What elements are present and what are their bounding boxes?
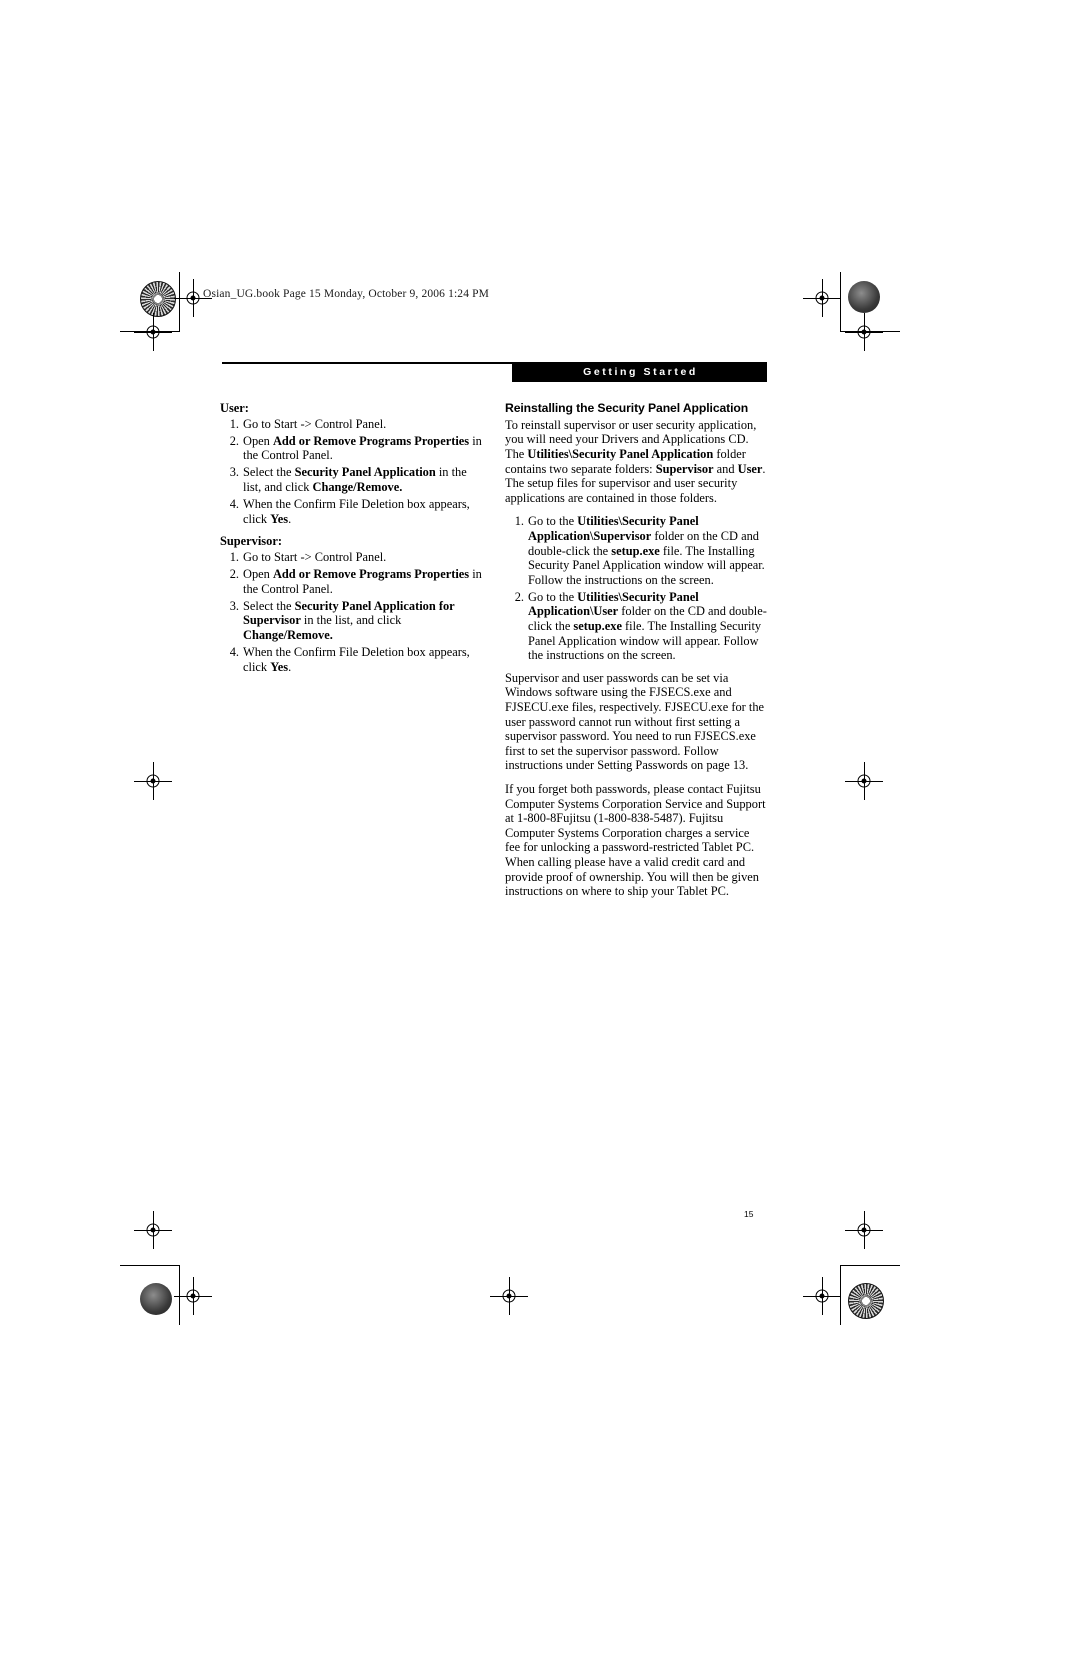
- passwords-paragraph: Supervisor and user passwords can be set…: [505, 671, 767, 773]
- trim-rule-bottom-right-horizontal: [840, 1265, 900, 1266]
- numbered-step: Select the Security Panel Application fo…: [220, 599, 482, 643]
- emphasis-text: Yes: [270, 511, 289, 526]
- reinstall-section-heading: Reinstalling the Security Panel Applicat…: [505, 401, 749, 415]
- registration-target-top-left: [140, 281, 176, 317]
- emphasis-text: Add or Remove Programs Properties: [272, 433, 470, 448]
- left-column: User: Go to Start -> Control Panel. Open …: [220, 401, 482, 682]
- body-text: .: [288, 659, 292, 674]
- numbered-step: When the Confirm File Deletion box appea…: [220, 497, 482, 526]
- numbered-step: Select the Security Panel Application in…: [220, 465, 482, 494]
- header-rule: [222, 362, 512, 364]
- printed-page: Osian_UG.book Page 15 Monday, October 9,…: [0, 0, 1080, 1669]
- emphasis-text: Supervisor: [655, 461, 714, 476]
- slug-line: Osian_UG.book Page 15 Monday, October 9,…: [203, 288, 490, 300]
- body-text: Go to the: [528, 589, 578, 604]
- crosshair-bottom-right: [803, 1277, 841, 1315]
- numbered-step: When the Confirm File Deletion box appea…: [220, 645, 482, 674]
- page-number: 15: [744, 1209, 754, 1219]
- crosshair-left-middle: [134, 762, 172, 800]
- user-heading: User:: [220, 401, 249, 415]
- section-title: Getting Started: [583, 366, 698, 378]
- supervisor-steps-list: Go to Start -> Control Panel. Open Add or…: [220, 550, 482, 674]
- emphasis-text: setup.exe: [611, 543, 660, 558]
- crosshair-left-bottom: [134, 1211, 172, 1249]
- emphasis-text: Add or Remove Programs Properties: [272, 566, 470, 581]
- numbered-step: Go to the Utilities\Security Panel Appli…: [505, 514, 767, 587]
- crosshair-top-right: [803, 279, 841, 317]
- emphasis-text: setup.exe: [573, 619, 622, 634]
- emphasis-text: User: [737, 461, 763, 476]
- user-steps-list: Go to Start -> Control Panel. Open Add or…: [220, 417, 482, 527]
- body-text: Open: [243, 566, 273, 581]
- crosshair-bottom-center: [490, 1277, 528, 1315]
- emphasis-text: Utilities\Security Panel Application: [527, 446, 714, 461]
- crosshair-right-bottom: [845, 1211, 883, 1249]
- crosshair-left-top: [134, 313, 172, 351]
- right-column: Reinstalling the Security Panel Applicat…: [505, 401, 767, 908]
- body-text: in the list, and click: [300, 613, 402, 628]
- body-text: Go to Start -> Control Panel.: [243, 549, 387, 564]
- numbered-step: Open Add or Remove Programs Properties i…: [220, 434, 482, 463]
- numbered-step: Go to the Utilities\Security Panel Appli…: [505, 590, 767, 663]
- body-text: .: [288, 511, 292, 526]
- body-text: Supervisor and user passwords can be set…: [505, 670, 765, 773]
- reinstall-intro-paragraph: To reinstall supervisor or user security…: [505, 418, 767, 506]
- body-text: If you forget both passwords, please con…: [505, 781, 766, 899]
- numbered-step: Go to Start -> Control Panel.: [220, 550, 482, 565]
- body-text: and: [713, 461, 738, 476]
- body-text: Go to Start -> Control Panel.: [243, 416, 387, 431]
- forgot-passwords-paragraph: If you forget both passwords, please con…: [505, 782, 767, 899]
- crosshair-right-top: [845, 313, 883, 351]
- emphasis-text: Yes: [270, 659, 289, 674]
- registration-dot-bottom-left: [140, 1283, 172, 1315]
- numbered-step: Go to Start -> Control Panel.: [220, 417, 482, 432]
- emphasis-text: Security Panel Application: [294, 465, 436, 480]
- body-text: Go to the: [528, 514, 578, 529]
- emphasis-text: Change/Remove.: [312, 479, 403, 494]
- numbered-step: Open Add or Remove Programs Properties i…: [220, 567, 482, 596]
- reinstall-steps-list: Go to the Utilities\Security Panel Appli…: [505, 514, 767, 662]
- crosshair-right-middle: [845, 762, 883, 800]
- registration-dot-top-right: [848, 281, 880, 313]
- registration-target-bottom-right: [848, 1283, 884, 1319]
- supervisor-heading: Supervisor:: [220, 534, 282, 549]
- body-text: Select the: [243, 465, 295, 480]
- crosshair-bottom-left: [174, 1277, 212, 1315]
- emphasis-text: Change/Remove.: [243, 627, 333, 642]
- body-text: Select the: [243, 598, 295, 613]
- body-text: Open: [243, 433, 273, 448]
- trim-rule-bottom-left-horizontal: [120, 1265, 180, 1266]
- section-header-bar: Getting Started: [512, 362, 767, 382]
